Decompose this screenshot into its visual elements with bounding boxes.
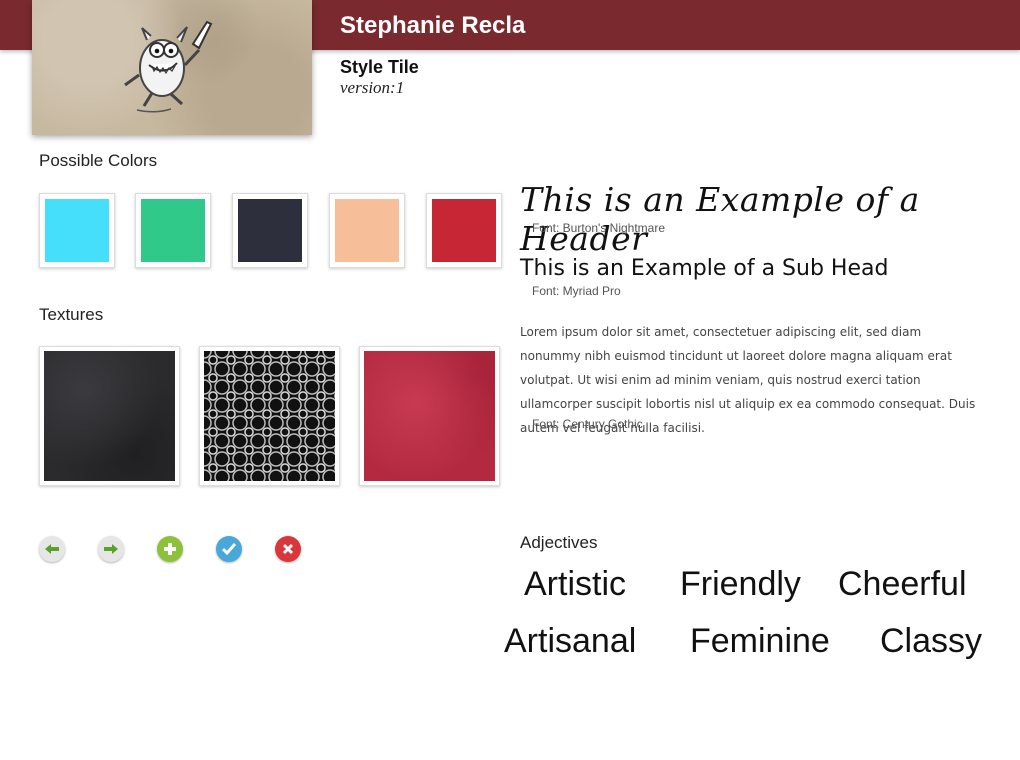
- style-tile-label: Style Tile: [340, 57, 419, 77]
- adjectives-heading: Adjectives: [520, 533, 598, 552]
- adjective: Artisanal: [504, 622, 637, 660]
- color-swatch-fill: [238, 199, 302, 262]
- color-swatch-fill: [432, 199, 496, 262]
- color-swatch: [426, 193, 502, 268]
- plus-icon[interactable]: [157, 536, 183, 562]
- adjective: Friendly: [680, 565, 801, 603]
- texture-leather: [39, 346, 180, 486]
- designer-name: Stephanie Recla: [340, 12, 526, 39]
- close-icon[interactable]: [275, 536, 301, 562]
- color-swatch: [329, 193, 405, 268]
- textures-heading: Textures: [39, 305, 104, 324]
- color-swatch: [39, 193, 115, 268]
- possible-colors-heading: Possible Colors: [39, 151, 158, 170]
- version-label: version:1: [340, 78, 405, 97]
- header-example: This is an Example of a Header: [520, 180, 920, 258]
- adjective: Classy: [880, 622, 983, 660]
- forward-arrow-icon[interactable]: [98, 536, 124, 562]
- body-font-note: Font: Century Gothic: [532, 417, 643, 431]
- texture-red-fabric: [359, 346, 500, 486]
- subhead-font-note: Font: Myriad Pro: [532, 284, 621, 298]
- logo-illustration: [32, 0, 312, 135]
- color-swatch: [135, 193, 211, 268]
- color-swatch-fill: [335, 199, 399, 262]
- color-swatch-fill: [45, 199, 109, 262]
- subhead-example: This is an Example of a Sub Head: [520, 256, 889, 281]
- adjective: Cheerful: [838, 565, 967, 603]
- header-font-note: Font: Burton's Nightmare: [532, 221, 666, 235]
- color-swatch-fill: [141, 199, 205, 262]
- monster-character-icon: [124, 20, 213, 113]
- adjective: Artistic: [524, 565, 626, 603]
- adjective: Feminine: [690, 622, 830, 660]
- color-swatch: [232, 193, 308, 268]
- back-arrow-icon[interactable]: [39, 536, 65, 562]
- check-icon[interactable]: [216, 536, 242, 562]
- texture-swirl: [199, 346, 340, 486]
